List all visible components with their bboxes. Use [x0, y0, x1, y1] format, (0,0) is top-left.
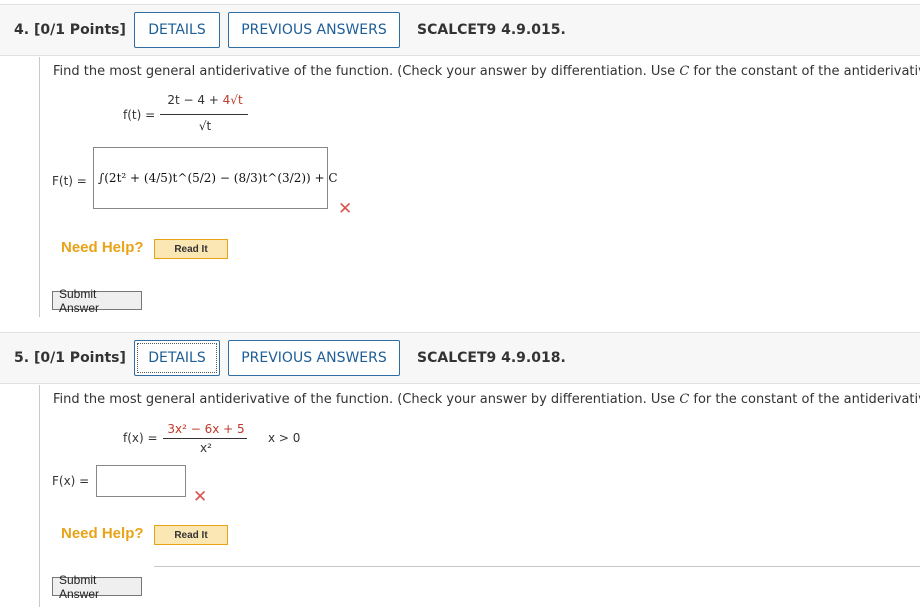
q5-prompt: Find the most general antiderivative of …	[53, 392, 920, 407]
q5-reference: SCALCET9 4.9.018.	[417, 350, 566, 366]
q5-details-button[interactable]: DETAILS	[134, 340, 220, 376]
q5-f-label: f(x) =	[123, 431, 158, 445]
q5-submit-button[interactable]: Submit Answer	[52, 573, 142, 601]
q4-previous-answers-button[interactable]: PREVIOUS ANSWERS	[228, 12, 400, 48]
q5-f-denominator: x²	[200, 441, 212, 455]
q4-f-numerator: 2t − 4 + 4√t	[167, 93, 243, 107]
q4-title: 4. [0/1 Points]	[14, 22, 126, 38]
q4-submit-button[interactable]: Submit Answer	[52, 287, 142, 315]
x-mark-icon: ✕	[193, 487, 208, 507]
q5-title: 5. [0/1 Points]	[14, 350, 126, 366]
q5-need-help: Need Help?	[61, 525, 144, 542]
q4-answer-expression: ∫(2t² + (4/5)t^(5/2) − (8/3)t^(3/2)) + C	[98, 171, 338, 185]
q5-read-it-button[interactable]: Read It	[154, 525, 228, 545]
q4-header: 4. [0/1 Points] DETAILS PREVIOUS ANSWERS…	[0, 4, 920, 56]
q5-F-label: F(x) =	[52, 474, 90, 488]
q5-condition: x > 0	[268, 431, 301, 445]
q4-reference: SCALCET9 4.9.015.	[417, 22, 566, 38]
q4-fraction-bar	[160, 114, 248, 115]
q5-header: 5. [0/1 Points] DETAILS PREVIOUS ANSWERS…	[0, 332, 920, 384]
q4-f-denominator: √t	[198, 119, 212, 133]
divider	[154, 566, 920, 567]
q4-need-help: Need Help?	[61, 239, 144, 256]
q5-f-numerator: 3x² − 6x + 5	[167, 422, 245, 436]
q4-F-label: F(t) =	[52, 174, 87, 188]
q4-read-it-button[interactable]: Read It	[154, 239, 228, 259]
x-mark-icon: ✕	[338, 199, 353, 219]
q5-answer-input[interactable]	[96, 465, 186, 497]
q4-prompt: Find the most general antiderivative of …	[53, 64, 920, 79]
q4-f-label: f(t) =	[123, 108, 156, 122]
q4-details-button[interactable]: DETAILS	[134, 12, 220, 48]
q5-fraction-bar	[163, 438, 247, 439]
q5-previous-answers-button[interactable]: PREVIOUS ANSWERS	[228, 340, 400, 376]
